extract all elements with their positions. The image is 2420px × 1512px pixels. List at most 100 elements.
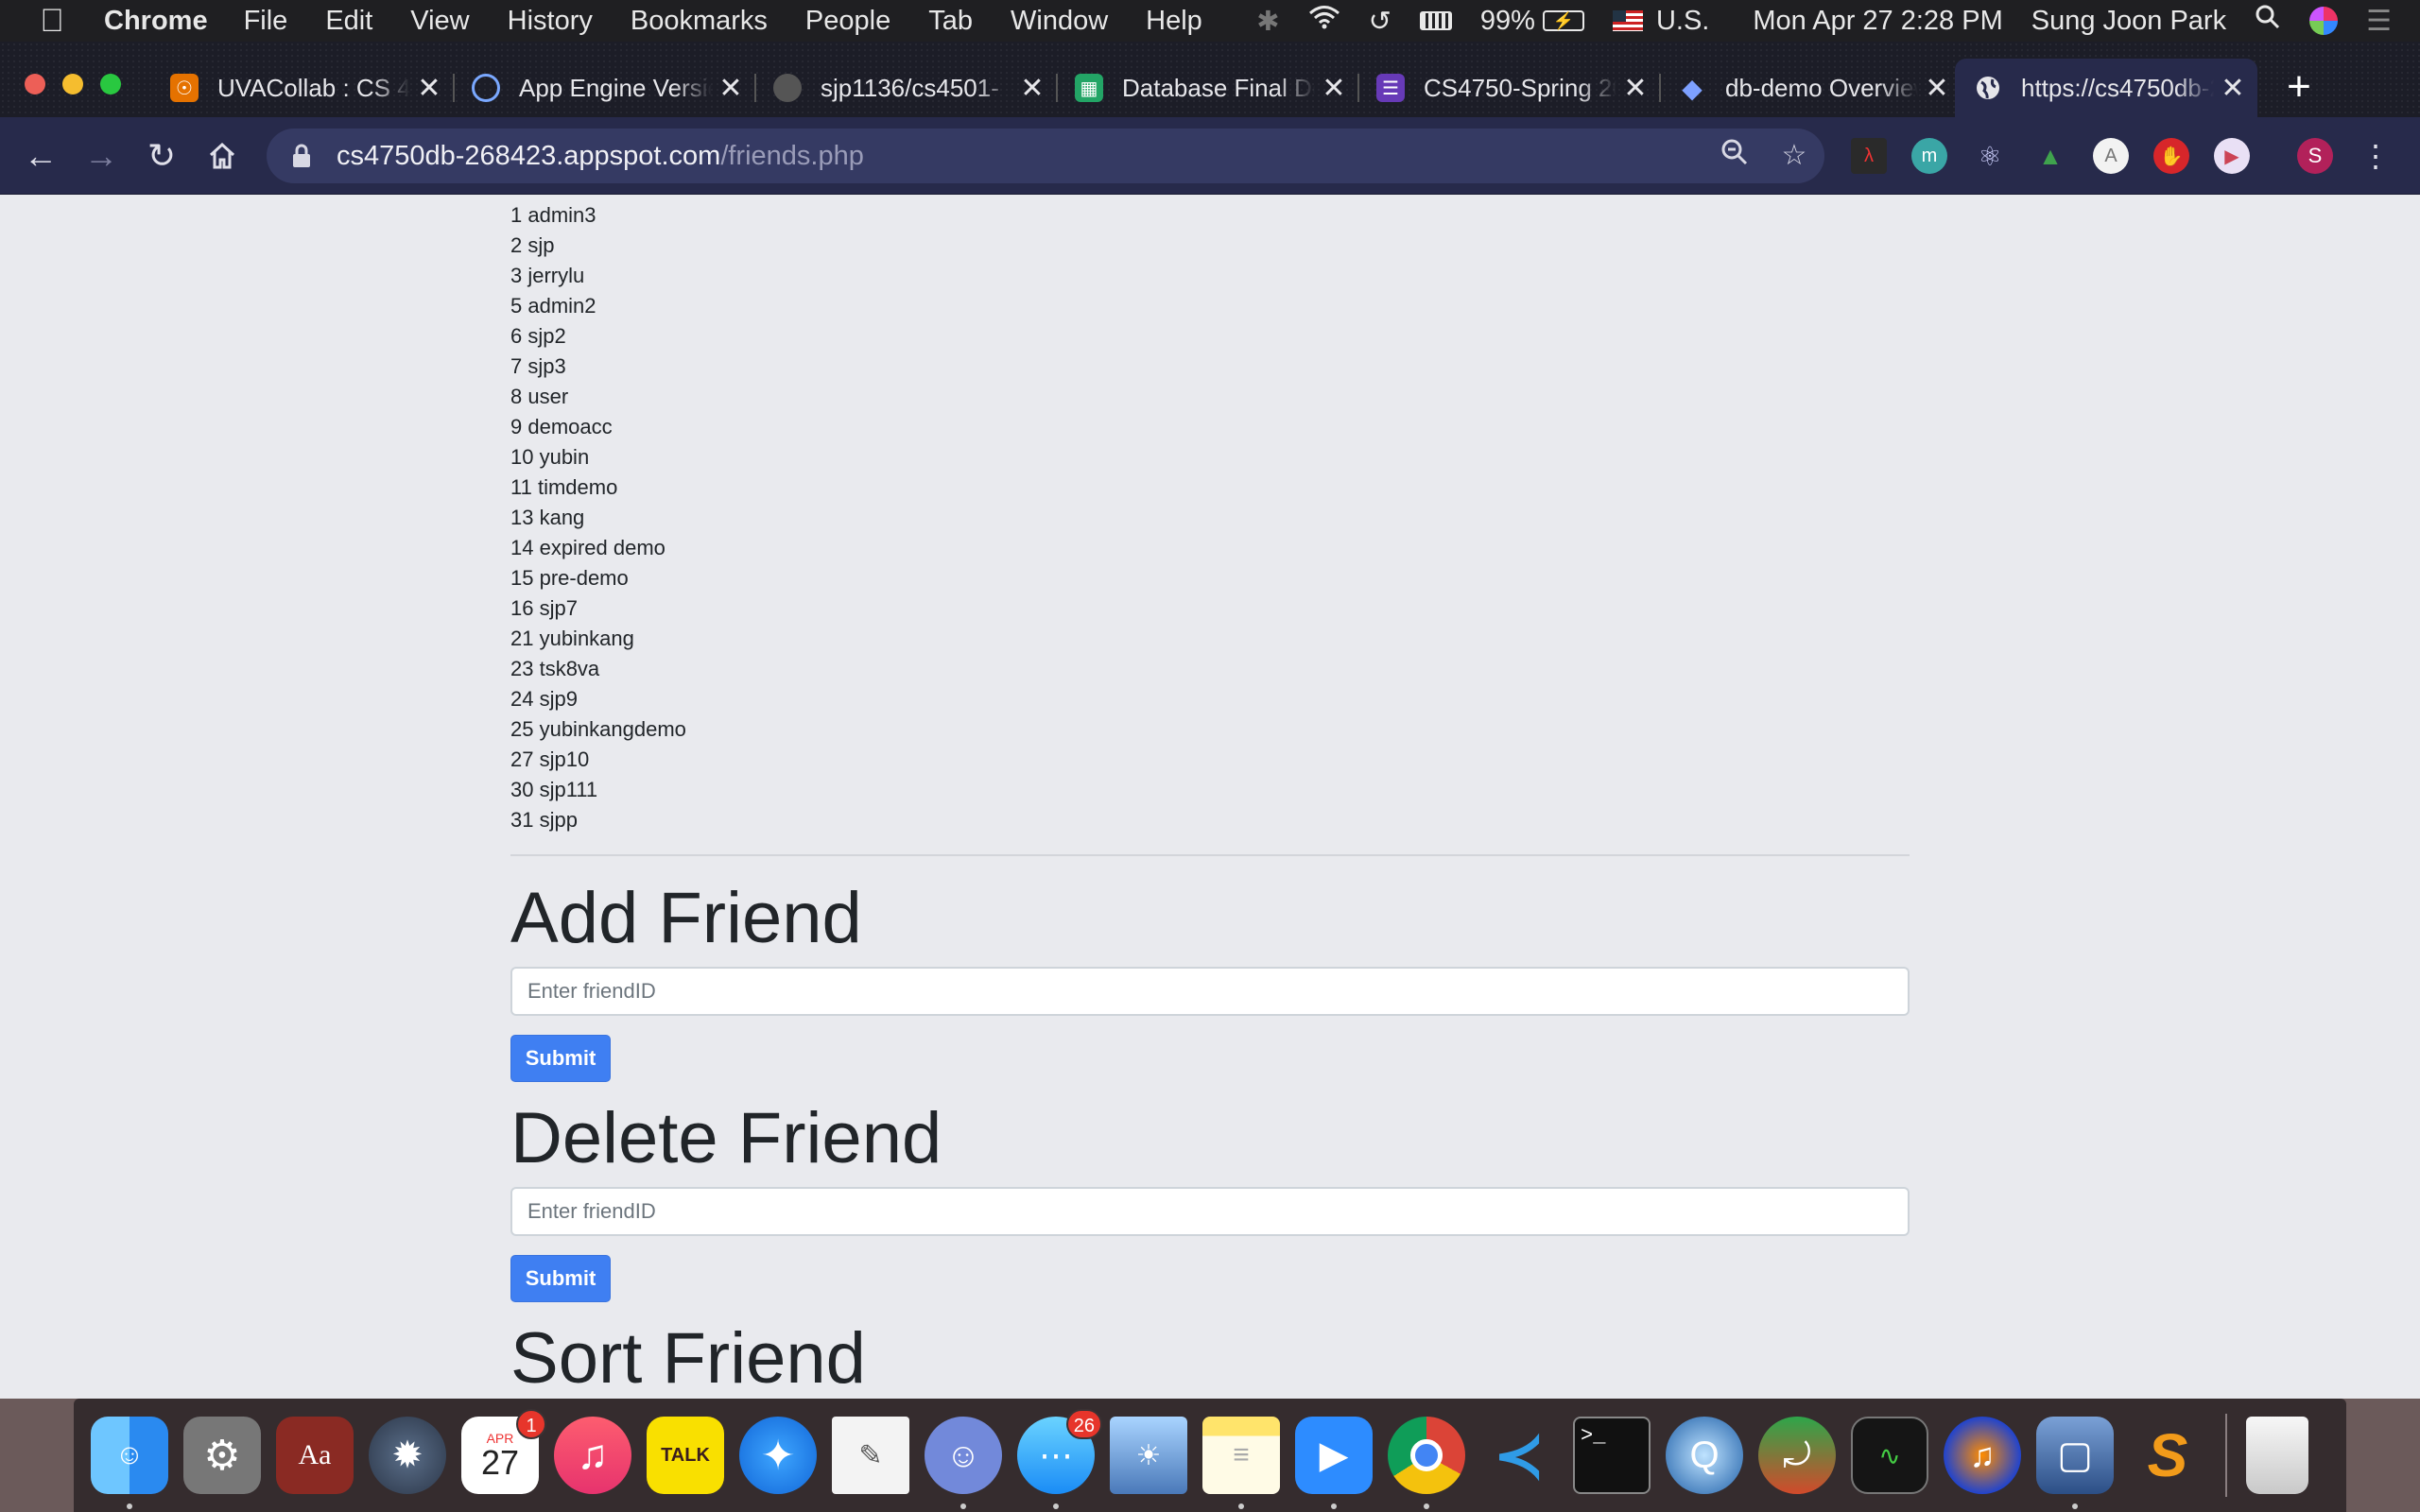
tab-close-icon[interactable]: ✕: [1616, 72, 1654, 105]
notes-icon[interactable]: ≡: [1202, 1417, 1280, 1509]
launchpad-icon[interactable]: ✹: [369, 1417, 446, 1494]
sourcetree-icon[interactable]: ⤾: [1758, 1417, 1836, 1494]
discord-icon[interactable]: ☺: [925, 1417, 1002, 1509]
lock-icon[interactable]: [285, 144, 318, 168]
bookmark-star-icon[interactable]: ☆: [1776, 138, 1812, 174]
menu-edit[interactable]: Edit: [325, 6, 372, 37]
messages-icon[interactable]: ⋯ 26: [1017, 1409, 1102, 1509]
user-name[interactable]: Sung Joon Park: [2031, 6, 2226, 37]
back-icon[interactable]: ←: [17, 132, 64, 180]
url-path: /friends.php: [720, 140, 864, 171]
reload-icon[interactable]: ↻: [138, 132, 185, 180]
tab-close-icon[interactable]: ✕: [2214, 72, 2252, 105]
delete-friend-id-input[interactable]: [510, 1187, 1910, 1237]
list-item: 8 user: [510, 385, 569, 408]
page-content: 1 admin3 2 sjp 3 jerrylu 5 admin2 6 sjp2…: [510, 195, 1910, 1399]
menu-view[interactable]: View: [410, 6, 469, 37]
tab-close-icon[interactable]: ✕: [712, 72, 750, 105]
time-machine-icon[interactable]: ↺: [1369, 5, 1392, 38]
battery-status-icon[interactable]: [1419, 11, 1452, 30]
music-icon[interactable]: ♫: [554, 1417, 631, 1494]
battery-icon[interactable]: ⚡: [1542, 10, 1584, 31]
input-source[interactable]: U.S.: [1656, 6, 1709, 37]
tab-close-icon[interactable]: ✕: [1918, 72, 1956, 105]
kakaotalk-icon[interactable]: TALK: [647, 1417, 724, 1494]
minimize-window-button[interactable]: [62, 74, 83, 94]
textedit-icon[interactable]: ✎: [832, 1417, 909, 1494]
menu-tab[interactable]: Tab: [928, 6, 973, 37]
address-bar[interactable]: cs4750db-268423.appspot.com/friends.php …: [267, 129, 1824, 183]
home-icon[interactable]: [199, 132, 246, 180]
url-host: cs4750db-268423.appspot.com: [337, 140, 721, 171]
tab-close-icon[interactable]: ✕: [410, 72, 448, 105]
list-item: 27 sjp10: [510, 747, 590, 771]
battery-percent[interactable]: 99%: [1480, 6, 1535, 37]
stop-hand-extension-icon[interactable]: ✋: [2153, 138, 2189, 174]
menu-bookmarks[interactable]: Bookmarks: [631, 6, 768, 37]
preview-icon[interactable]: ☀: [1110, 1417, 1187, 1494]
add-friend-submit-button[interactable]: Submit: [510, 1035, 611, 1083]
menu-app-name[interactable]: Chrome: [104, 6, 208, 37]
delete-friend-submit-button[interactable]: Submit: [510, 1255, 611, 1303]
apple-menu-icon[interactable]: : [0, 3, 104, 40]
system-preferences-icon[interactable]: ⚙: [183, 1417, 261, 1494]
tab-friends-active[interactable]: https://cs4750db-268423.appspot.com/frie…: [1955, 59, 2257, 117]
mendeley-extension-icon[interactable]: m: [1911, 138, 1947, 174]
tab-close-icon[interactable]: ✕: [1013, 72, 1051, 105]
flag-icon[interactable]: [1612, 10, 1643, 31]
virtualbox-icon[interactable]: ▢: [2036, 1417, 2114, 1509]
wifi-icon[interactable]: [1308, 5, 1340, 37]
quicktime-icon[interactable]: Q: [1666, 1417, 1743, 1494]
translate-extension-icon[interactable]: A: [2093, 138, 2129, 174]
menu-history[interactable]: History: [508, 6, 593, 37]
sublime-text-icon[interactable]: S: [2129, 1417, 2206, 1494]
list-item: 6 sjp2: [510, 324, 566, 348]
maximize-window-button[interactable]: [100, 74, 121, 94]
vscode-icon[interactable]: ≺: [1480, 1417, 1558, 1494]
tab-database-final-demo[interactable]: ▦ Database Final Demo ✕: [1056, 59, 1359, 117]
menu-file[interactable]: File: [244, 6, 288, 37]
tab-close-icon[interactable]: ✕: [1315, 72, 1353, 105]
zoom-app-icon[interactable]: ▶: [1295, 1417, 1373, 1509]
clock[interactable]: Mon Apr 27 2:28 PM: [1753, 6, 2002, 37]
play-extension-icon[interactable]: ▶: [2214, 138, 2250, 174]
menu-help[interactable]: Help: [1146, 6, 1202, 37]
siri-icon[interactable]: [2309, 7, 2339, 35]
profile-avatar-icon[interactable]: S: [2297, 138, 2333, 174]
activity-monitor-icon[interactable]: ∿: [1851, 1417, 1928, 1494]
globe-icon: [1974, 74, 2002, 102]
finder-icon[interactable]: ☺: [91, 1417, 168, 1509]
green-extension-icon[interactable]: ▲: [2032, 138, 2068, 174]
spotlight-search-icon[interactable]: [2255, 4, 2281, 38]
terminal-icon[interactable]: >_: [1573, 1417, 1651, 1494]
tab-github[interactable]: sjp1136/cs4501- ✕: [754, 59, 1058, 117]
notification-center-icon[interactable]: ☰: [2366, 5, 2392, 38]
bluetooth-icon[interactable]: ✱: [1256, 5, 1279, 38]
list-item: 31 sjpp: [510, 808, 578, 832]
tab-db-demo[interactable]: ◆ db-demo Overview ✕: [1659, 59, 1962, 117]
safari-icon[interactable]: ✦: [739, 1417, 817, 1494]
tab-app-engine[interactable]: App Engine Versions ✕: [453, 59, 756, 117]
forward-icon[interactable]: →: [78, 132, 125, 180]
react-devtools-extension-icon[interactable]: ⚛: [1972, 138, 2008, 174]
close-window-button[interactable]: [25, 74, 45, 94]
tab-cs4750-spring[interactable]: ☰ CS4750-Spring 2020 ✕: [1357, 59, 1661, 117]
chrome-menu-icon[interactable]: ⋮: [2358, 138, 2394, 174]
chrome-center-icon: [1410, 1439, 1443, 1471]
chrome-icon[interactable]: [1388, 1417, 1465, 1509]
dock-separator: [2225, 1414, 2227, 1497]
trash-icon[interactable]: [2246, 1417, 2308, 1494]
menu-people[interactable]: People: [805, 6, 890, 37]
menu-window[interactable]: Window: [1011, 6, 1108, 37]
audacity-icon[interactable]: ♫: [1944, 1417, 2021, 1494]
dictionary-icon[interactable]: Aa: [276, 1417, 354, 1494]
calendar-icon[interactable]: APR 27 1: [461, 1409, 546, 1494]
new-tab-button[interactable]: +: [2278, 66, 2320, 110]
add-friend-id-input[interactable]: [510, 967, 1910, 1017]
messages-badge: 26: [1065, 1409, 1102, 1439]
zoom-icon[interactable]: [1717, 138, 1753, 174]
app-engine-icon: [472, 74, 500, 102]
uva-icon: ☉: [170, 74, 199, 102]
acrobat-extension-icon[interactable]: λ: [1851, 138, 1887, 174]
tab-uvacollab[interactable]: ☉ UVACollab : CS 4750 ✕: [151, 59, 455, 117]
